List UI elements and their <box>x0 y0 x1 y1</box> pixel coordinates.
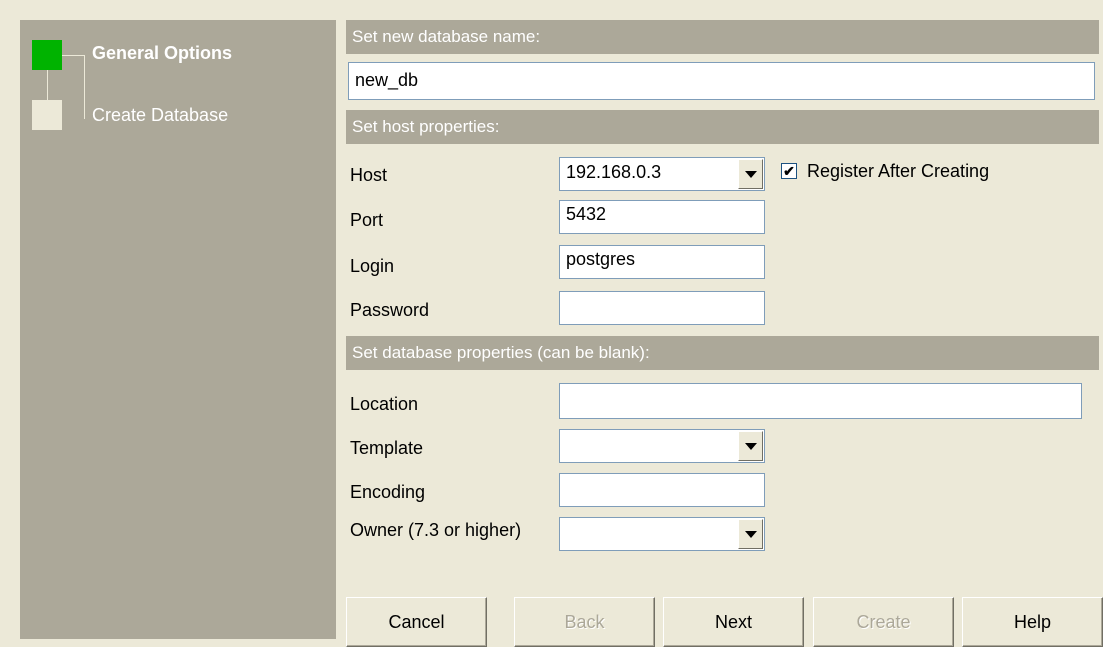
password-label: Password <box>350 300 430 320</box>
create-database-dialog: General Options Create Database Set new … <box>0 0 1103 647</box>
register-after-creating-label[interactable]: Register After Creating <box>807 161 989 182</box>
host-label: Host <box>350 165 388 185</box>
port-label: Port <box>350 210 384 230</box>
database-name-input[interactable]: new_db <box>348 62 1095 100</box>
chevron-down-icon <box>744 442 757 450</box>
create-button[interactable]: Create <box>813 597 954 647</box>
template-label: Template <box>350 438 424 458</box>
host-select-value: 192.168.0.3 <box>566 162 662 182</box>
step-connector <box>84 55 85 119</box>
section-header-db-name: Set new database name: <box>346 20 1099 54</box>
host-select[interactable]: 192.168.0.3 <box>559 157 765 191</box>
login-input[interactable]: postgres <box>559 245 765 279</box>
template-dropdown-button[interactable] <box>738 431 763 461</box>
login-label: Login <box>350 256 395 276</box>
register-after-creating-checkbox[interactable]: ✔ <box>781 163 797 179</box>
wizard-sidebar: General Options Create Database <box>20 20 336 639</box>
encoding-label: Encoding <box>350 482 426 502</box>
section-header-host: Set host properties: <box>346 110 1099 144</box>
template-select[interactable] <box>559 429 765 463</box>
checkmark-icon: ✔ <box>783 163 795 179</box>
step-connector <box>47 70 48 100</box>
help-button[interactable]: Help <box>962 597 1103 647</box>
step-general-options: General Options <box>92 43 233 63</box>
owner-dropdown-button[interactable] <box>738 519 763 549</box>
host-dropdown-button[interactable] <box>738 159 763 189</box>
step-connector <box>62 55 84 56</box>
step-indicator-active <box>32 40 62 70</box>
owner-select[interactable] <box>559 517 765 551</box>
owner-label: Owner (7.3 or higher) <box>350 520 522 540</box>
chevron-down-icon <box>744 170 757 178</box>
location-label: Location <box>350 394 419 414</box>
section-header-db-properties: Set database properties (can be blank): <box>346 336 1099 370</box>
cancel-button[interactable]: Cancel <box>346 597 487 647</box>
back-button[interactable]: Back <box>514 597 655 647</box>
port-input[interactable]: 5432 <box>559 200 765 234</box>
location-input[interactable] <box>559 383 1082 419</box>
step-indicator-inactive <box>32 100 62 130</box>
encoding-input[interactable] <box>559 473 765 507</box>
password-input[interactable] <box>559 291 765 325</box>
step-create-database: Create Database <box>92 105 229 125</box>
next-button[interactable]: Next <box>663 597 804 647</box>
chevron-down-icon <box>744 530 757 538</box>
